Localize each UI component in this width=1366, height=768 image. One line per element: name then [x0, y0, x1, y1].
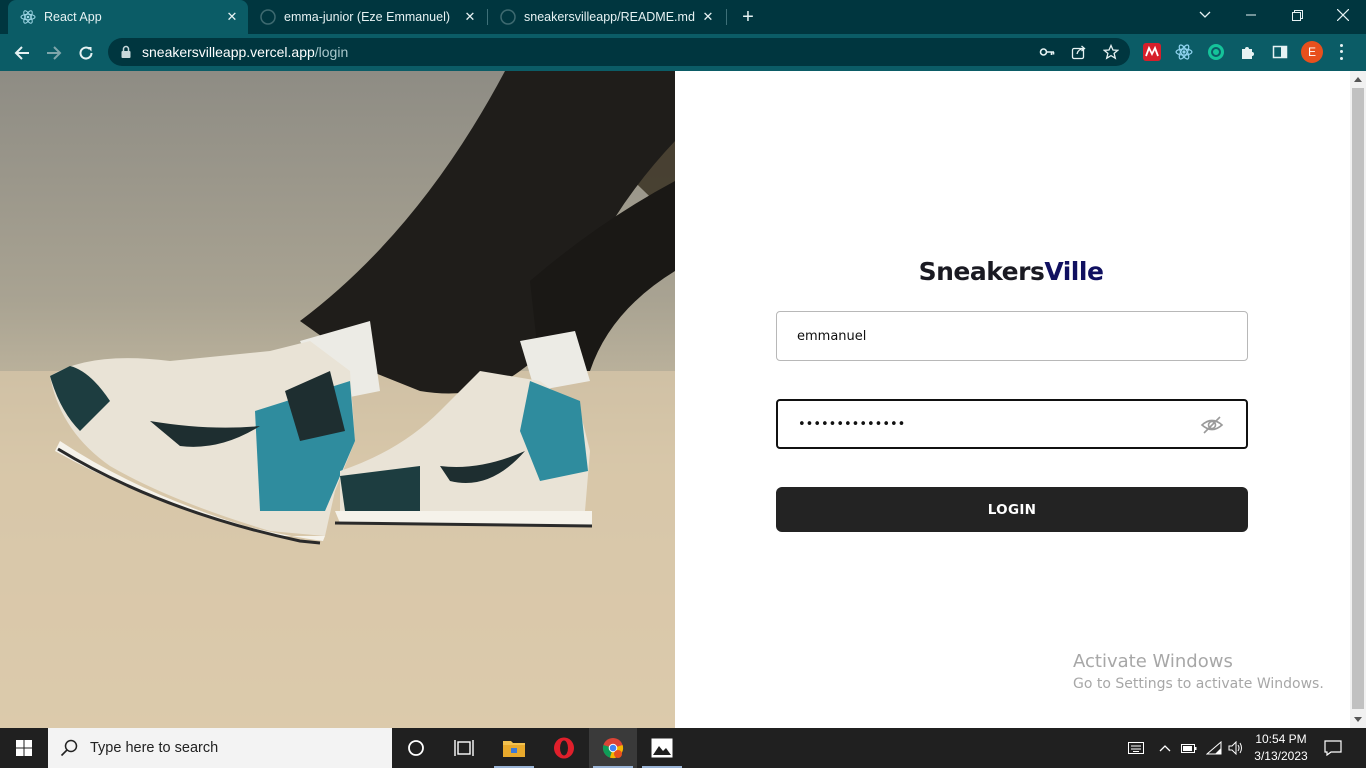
activate-windows-watermark: Activate Windows Go to Settings to activ… — [1073, 651, 1324, 692]
restore-icon[interactable] — [1274, 0, 1320, 30]
opera-icon[interactable] — [540, 728, 588, 768]
tab-close-icon[interactable]: ✕ — [460, 7, 480, 27]
wifi-icon[interactable] — [1204, 728, 1224, 768]
tab-search-icon[interactable] — [1182, 0, 1228, 30]
bookmark-star-icon[interactable] — [1103, 44, 1119, 60]
scrollbar-thumb[interactable] — [1352, 88, 1364, 709]
reload-icon[interactable] — [71, 38, 101, 68]
page-scrollbar[interactable] — [1350, 71, 1366, 728]
url-text: sneakersvilleapp.vercel.app/login — [142, 44, 348, 60]
tab-separator — [726, 9, 727, 25]
brand-text-part1: Sneakers — [918, 257, 1045, 286]
tab-close-icon[interactable]: ✕ — [698, 7, 718, 27]
watermark-subtitle: Go to Settings to activate Windows. — [1073, 676, 1324, 692]
task-view-icon[interactable] — [440, 728, 488, 768]
tab-github-profile[interactable]: emma-junior (Eze Emmanuel) ✕ — [248, 0, 486, 34]
username-field[interactable] — [776, 311, 1248, 361]
github-icon — [260, 9, 276, 25]
watermark-title: Activate Windows — [1073, 651, 1233, 672]
file-explorer-icon[interactable] — [490, 728, 538, 768]
grammarly-extension-icon[interactable] — [1206, 42, 1226, 62]
browser-tab-bar: React App ✕ emma-junior (Eze Emmanuel) ✕… — [0, 0, 1366, 34]
lock-icon[interactable] — [118, 44, 134, 60]
password-input[interactable] — [798, 401, 1198, 447]
login-button[interactable]: LOGIN — [776, 487, 1248, 532]
forward-icon[interactable] — [39, 38, 69, 68]
url-host: sneakersvilleapp.vercel.app — [142, 44, 315, 60]
search-icon — [60, 739, 78, 757]
chrome-icon[interactable] — [589, 728, 637, 768]
username-input[interactable] — [797, 312, 1197, 360]
show-hidden-icons-icon[interactable] — [1155, 728, 1175, 768]
scroll-up-arrow-icon[interactable] — [1354, 77, 1362, 82]
url-path: /login — [314, 44, 349, 60]
profile-avatar[interactable]: E — [1301, 41, 1323, 63]
keyboard-icon[interactable] — [1126, 728, 1146, 768]
tab-github-readme[interactable]: sneakersvilleapp/README.md at ✕ — [488, 0, 724, 34]
taskbar-search-box[interactable]: Type here to search — [48, 728, 392, 768]
brand-text-part2: Ville — [1044, 257, 1104, 286]
windows-taskbar: Type here to search 10:54 PM 3/13/2023 — [0, 728, 1366, 768]
github-icon — [500, 9, 516, 25]
eye-slash-icon[interactable] — [1200, 414, 1224, 436]
brand-logo: SneakersVille — [675, 257, 1347, 286]
search-placeholder: Type here to search — [90, 740, 219, 756]
sneaker-photo-illustration — [0, 71, 675, 728]
volume-icon[interactable] — [1226, 728, 1246, 768]
browser-menu-icon[interactable] — [1336, 42, 1346, 62]
close-window-icon[interactable] — [1320, 0, 1366, 30]
password-key-icon[interactable] — [1039, 44, 1055, 60]
tab-react-app[interactable]: React App ✕ — [8, 0, 248, 34]
new-tab-icon[interactable]: + — [736, 5, 760, 29]
cortana-icon[interactable] — [392, 728, 440, 768]
tab-title: React App — [44, 10, 102, 24]
browser-toolbar: sneakersvilleapp.vercel.app/login E — [0, 34, 1366, 71]
battery-icon[interactable] — [1179, 728, 1199, 768]
password-field[interactable] — [776, 399, 1248, 449]
tab-title: emma-junior (Eze Emmanuel) — [284, 10, 451, 24]
login-panel: SneakersVille LOGIN — [675, 71, 1350, 728]
back-icon[interactable] — [7, 38, 37, 68]
clock-date: 3/13/2023 — [1254, 749, 1308, 763]
react-devtools-icon[interactable] — [1174, 42, 1194, 62]
react-icon — [20, 9, 36, 25]
hero-sneaker-image — [0, 71, 675, 728]
mendeley-extension-icon[interactable] — [1142, 42, 1162, 62]
extensions-puzzle-icon[interactable] — [1238, 42, 1258, 62]
windows-start-icon[interactable] — [0, 728, 48, 768]
share-icon[interactable] — [1071, 44, 1087, 60]
minimize-icon[interactable] — [1228, 0, 1274, 30]
clock-time: 10:54 PM — [1255, 732, 1307, 746]
scroll-down-arrow-icon[interactable] — [1354, 717, 1362, 722]
tab-title: sneakersvilleapp/README.md at — [524, 10, 698, 24]
side-panel-icon[interactable] — [1270, 42, 1290, 62]
tab-close-icon[interactable]: ✕ — [222, 7, 242, 27]
taskbar-clock[interactable]: 10:54 PM 3/13/2023 — [1248, 731, 1314, 765]
notifications-icon[interactable] — [1320, 728, 1346, 768]
address-bar[interactable]: sneakersvilleapp.vercel.app/login — [108, 38, 1130, 66]
photos-icon[interactable] — [638, 728, 686, 768]
